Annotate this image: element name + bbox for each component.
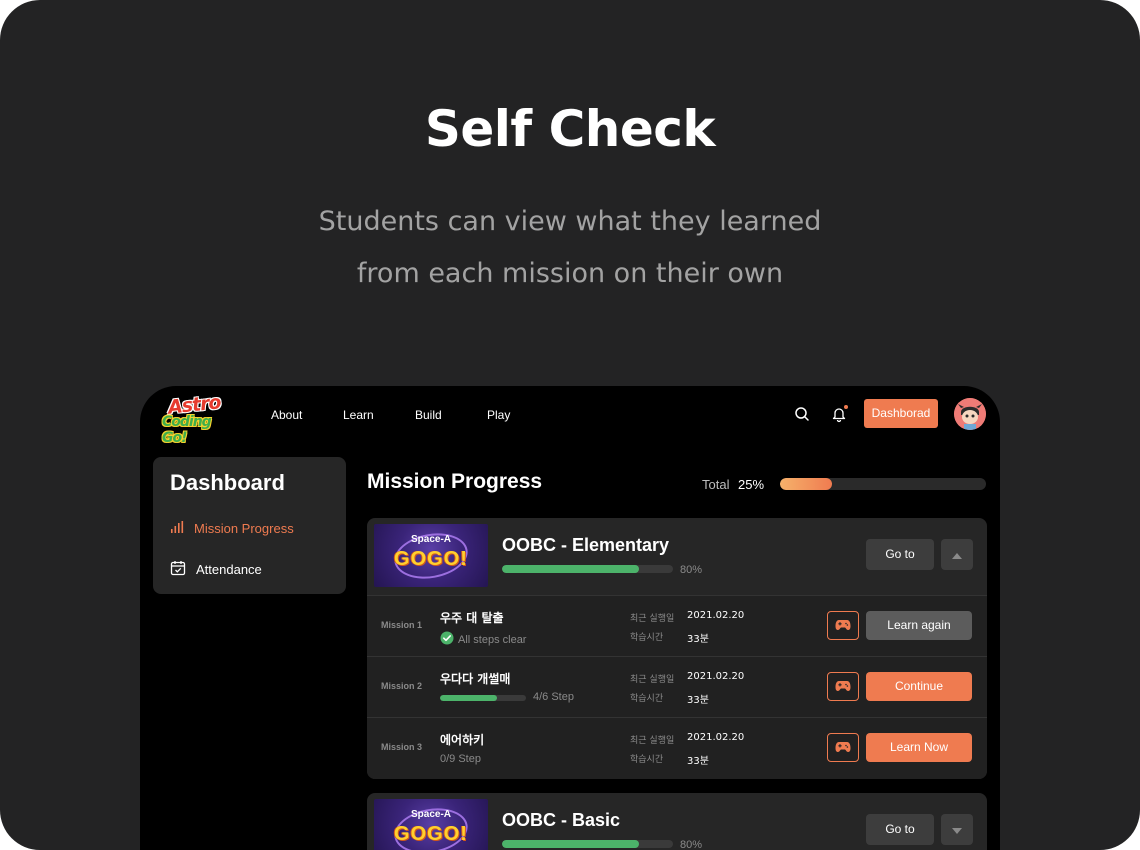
mission-name: 에어하키 — [440, 733, 485, 747]
mission-number: Mission 1 — [381, 620, 423, 630]
bell-icon[interactable] — [829, 404, 849, 424]
calendar-check-icon — [170, 560, 186, 579]
mission-row: Mission 3 에어하키 0/9 Step 최근 실행일 2021.02.2… — [367, 718, 987, 779]
dashboard-button[interactable]: Dashborad — [864, 399, 938, 428]
sidebar-item-label: Attendance — [196, 561, 262, 577]
course-title: OOBC - Basic — [502, 810, 621, 830]
search-icon[interactable] — [792, 404, 812, 424]
play-game-button[interactable] — [827, 733, 859, 762]
mission-progress-bar — [440, 695, 526, 701]
expand-button[interactable] — [941, 814, 973, 845]
bar-chart-icon — [170, 520, 184, 537]
nav-link-play[interactable]: Play — [487, 408, 510, 422]
total-label: Total — [702, 477, 730, 492]
continue-button[interactable]: Continue — [866, 672, 972, 701]
gamepad-icon — [835, 616, 851, 635]
logo[interactable]: Astro Coding Go! — [162, 391, 238, 446]
page-title: Mission Progress — [367, 470, 543, 493]
go-to-button[interactable]: Go to — [866, 539, 934, 570]
recent-run-value: 2021.02.20 — [687, 671, 745, 682]
sidebar-item-label: Mission Progress — [194, 520, 294, 536]
gamepad-icon — [835, 738, 851, 757]
total-progress-bar — [780, 478, 986, 490]
course-title: OOBC - Elementary — [502, 535, 670, 555]
course-progress-label: 80% — [680, 564, 703, 576]
thumbnail-text-1: Space-A — [410, 534, 451, 545]
mission-number: Mission 2 — [381, 681, 423, 691]
course-progress-fill — [502, 565, 639, 573]
check-circle-icon — [440, 631, 454, 648]
notification-dot — [844, 405, 848, 409]
mission-row: Mission 1 우주 대 탈출 All steps clear 최근 실행일… — [367, 596, 987, 657]
thumbnail-text-2: GOGO! — [394, 548, 468, 570]
hero-subtitle-line-2: from each mission on their own — [356, 258, 784, 289]
hero-title: Self Check — [424, 100, 716, 158]
course-header: Space-A GOGO! OOBC - Elementary 80% Go t… — [367, 518, 987, 595]
study-time-value: 33분 — [687, 756, 709, 767]
course-progress-bar — [502, 840, 673, 848]
chevron-down-icon — [951, 820, 963, 839]
mission-step: 0/9 Step — [440, 753, 481, 765]
mission-name: 우주 대 탈출 — [440, 611, 504, 625]
device-screen: Astro Coding Go! About Learn Build Play … — [140, 386, 1000, 850]
play-game-button[interactable] — [827, 611, 859, 640]
total-value: 25% — [738, 477, 765, 492]
recent-run-label: 최근 실행일 — [630, 675, 675, 685]
sidebar-title: Dashboard — [170, 470, 285, 495]
hero-subtitle-line-1: Students can view what they learned — [318, 206, 822, 237]
sidebar: Dashboard Mission Progress Attendance — [153, 457, 346, 594]
recent-run-label: 최근 실행일 — [630, 614, 675, 624]
study-time-label: 학습시간 — [630, 694, 664, 704]
course-progress-fill — [502, 840, 639, 848]
mission-list: Mission 1 우주 대 탈출 All steps clear 최근 실행일… — [367, 595, 987, 779]
go-to-button[interactable]: Go to — [866, 814, 934, 845]
mission-status: All steps clear — [440, 631, 526, 648]
course-card: Space-A GOGO! OOBC - Elementary 80% Go t… — [367, 518, 987, 779]
course-thumbnail: Space-A GOGO! — [374, 524, 488, 587]
course-card: Space-A GOGO! OOBC - Basic 80% Go to — [367, 793, 987, 850]
mission-row: Mission 2 우다다 개썰매 4/6 Step 최근 실행일 2021.0… — [367, 657, 987, 718]
study-time-label: 학습시간 — [630, 633, 664, 643]
total-progress-fill — [780, 478, 832, 490]
recent-run-value: 2021.02.20 — [687, 610, 745, 621]
nav-link-about[interactable]: About — [271, 408, 302, 422]
presentation-canvas: Self Check Students can view what they l… — [0, 0, 1140, 850]
course-thumbnail: Space-A GOGO! — [374, 799, 488, 850]
mission-status-label: All steps clear — [458, 633, 527, 646]
recent-run-label: 최근 실행일 — [630, 736, 675, 746]
collapse-button[interactable] — [941, 539, 973, 570]
hero-subtitle: Students can view what they learned from… — [0, 196, 1140, 300]
thumbnail-text-1: Space-A — [410, 809, 451, 820]
study-time-value: 33분 — [687, 634, 709, 645]
learn-again-button[interactable]: Learn again — [866, 611, 972, 640]
study-time-value: 33분 — [687, 695, 709, 706]
sidebar-item-attendance[interactable]: Attendance — [170, 557, 262, 581]
mission-step: 4/6 Step — [533, 691, 574, 703]
course-progress-bar — [502, 565, 673, 573]
nav-link-build[interactable]: Build — [415, 408, 442, 422]
recent-run-value: 2021.02.20 — [687, 732, 745, 743]
course-header: Space-A GOGO! OOBC - Basic 80% Go to — [367, 793, 987, 850]
logo-line-2: Coding Go! — [162, 414, 212, 446]
avatar[interactable] — [954, 398, 986, 430]
chevron-up-icon — [951, 545, 963, 564]
sidebar-item-mission-progress[interactable]: Mission Progress — [170, 516, 294, 540]
study-time-label: 학습시간 — [630, 755, 664, 765]
mission-number: Mission 3 — [381, 742, 423, 752]
gamepad-icon — [835, 677, 851, 696]
thumbnail-text-2: GOGO! — [394, 823, 468, 845]
course-progress-label: 80% — [680, 839, 703, 850]
mission-progress-fill — [440, 695, 498, 701]
learn-now-button[interactable]: Learn Now — [866, 733, 972, 762]
nav-link-learn[interactable]: Learn — [343, 408, 374, 422]
play-game-button[interactable] — [827, 672, 859, 701]
mission-name: 우다다 개썰매 — [440, 672, 511, 686]
